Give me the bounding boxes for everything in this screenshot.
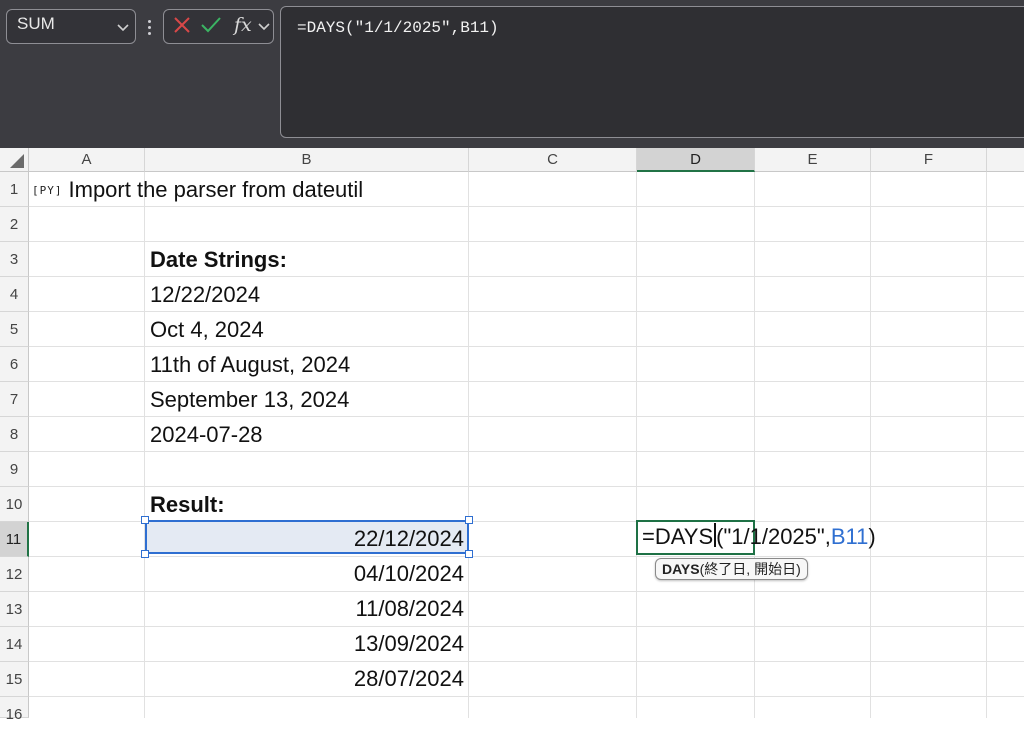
column-header-b[interactable]: B xyxy=(145,148,469,172)
row-header-8[interactable]: 8 xyxy=(0,417,29,452)
cell-b12[interactable]: 04/10/2024 xyxy=(145,557,464,591)
row-header-5[interactable]: 5 xyxy=(0,312,29,347)
cell-b10[interactable]: Result: xyxy=(150,488,225,522)
check-icon[interactable] xyxy=(200,15,222,35)
edit-cell-reference[interactable]: B11 xyxy=(831,524,869,549)
fx-icon[interactable]: fx xyxy=(234,14,252,36)
cell-b4[interactable]: 12/22/2024 xyxy=(150,278,260,312)
cell-a1-text: Import the parser from dateutil xyxy=(68,177,364,202)
formula-text: =DAYS("1/1/2025",B11) xyxy=(297,19,499,37)
cell-d11-edit-text[interactable]: =DAYS ("1/1/2025",B11) xyxy=(642,520,876,554)
cell-b8[interactable]: 2024-07-28 xyxy=(150,418,263,452)
formula-bar-area: SUM fx =DAYS("1/1/2025",B11) xyxy=(0,0,1024,148)
python-tag-icon: [PY] xyxy=(32,184,63,197)
row-header-14[interactable]: 14 xyxy=(0,627,29,662)
chevron-down-icon[interactable] xyxy=(258,23,270,31)
column-header-a[interactable]: A xyxy=(29,148,145,172)
selection-handle[interactable] xyxy=(465,550,473,558)
x-icon[interactable] xyxy=(172,15,192,35)
cell-a1[interactable]: [PY] Import the parser from dateutil xyxy=(32,173,363,207)
row-header-1[interactable]: 1 xyxy=(0,172,29,207)
edit-args-end: ) xyxy=(868,524,876,549)
edit-args: ("1/1/2025", xyxy=(716,524,831,549)
cell-b14[interactable]: 13/09/2024 xyxy=(145,627,464,661)
column-header-f[interactable]: F xyxy=(871,148,987,172)
cell-b7[interactable]: September 13, 2024 xyxy=(150,383,349,417)
row-header-6[interactable]: 6 xyxy=(0,347,29,382)
row-header-2[interactable]: 2 xyxy=(0,207,29,242)
cell-b13[interactable]: 11/08/2024 xyxy=(145,592,464,626)
select-all-triangle-icon xyxy=(10,154,24,168)
selection-handle[interactable] xyxy=(465,516,473,524)
column-header-e[interactable]: E xyxy=(755,148,871,172)
worksheet-grid[interactable]: A B C D E F 1 2 3 4 5 6 7 8 9 10 11 12 1… xyxy=(0,148,1024,723)
formula-input[interactable]: =DAYS("1/1/2025",B11) xyxy=(280,6,1024,138)
tooltip-arguments: (終了日, 開始日) xyxy=(699,561,801,577)
column-header-d[interactable]: D xyxy=(637,148,755,172)
column-header-g[interactable] xyxy=(987,148,1024,172)
function-tooltip[interactable]: DAYS(終了日, 開始日) xyxy=(655,558,808,580)
cell-b15[interactable]: 28/07/2024 xyxy=(145,662,464,696)
row-header-11[interactable]: 11 xyxy=(0,522,29,557)
name-box-value: SUM xyxy=(17,14,55,33)
row-header-10[interactable]: 10 xyxy=(0,487,29,522)
more-options-icon[interactable] xyxy=(144,14,156,40)
row-header-12[interactable]: 12 xyxy=(0,557,29,592)
name-box[interactable]: SUM xyxy=(6,9,136,44)
edit-function-name: =DAYS xyxy=(642,524,714,549)
row-header-15[interactable]: 15 xyxy=(0,662,29,697)
row-header-7[interactable]: 7 xyxy=(0,382,29,417)
row-header-9[interactable]: 9 xyxy=(0,452,29,487)
chevron-down-icon[interactable] xyxy=(117,24,129,32)
select-all-button[interactable] xyxy=(0,148,29,172)
row-header-3[interactable]: 3 xyxy=(0,242,29,277)
formula-buttons: fx xyxy=(163,9,274,44)
row-header-16[interactable]: 16 xyxy=(0,697,29,723)
cell-b6[interactable]: 11th of August, 2024 xyxy=(150,348,350,382)
row-header-13[interactable]: 13 xyxy=(0,592,29,627)
tooltip-function-name[interactable]: DAYS xyxy=(662,561,700,577)
cell-b11[interactable]: 22/12/2024 xyxy=(145,522,464,556)
cell-b3[interactable]: Date Strings: xyxy=(150,243,287,277)
cell-b5[interactable]: Oct 4, 2024 xyxy=(150,313,264,347)
column-header-c[interactable]: C xyxy=(469,148,637,172)
row-header-4[interactable]: 4 xyxy=(0,277,29,312)
